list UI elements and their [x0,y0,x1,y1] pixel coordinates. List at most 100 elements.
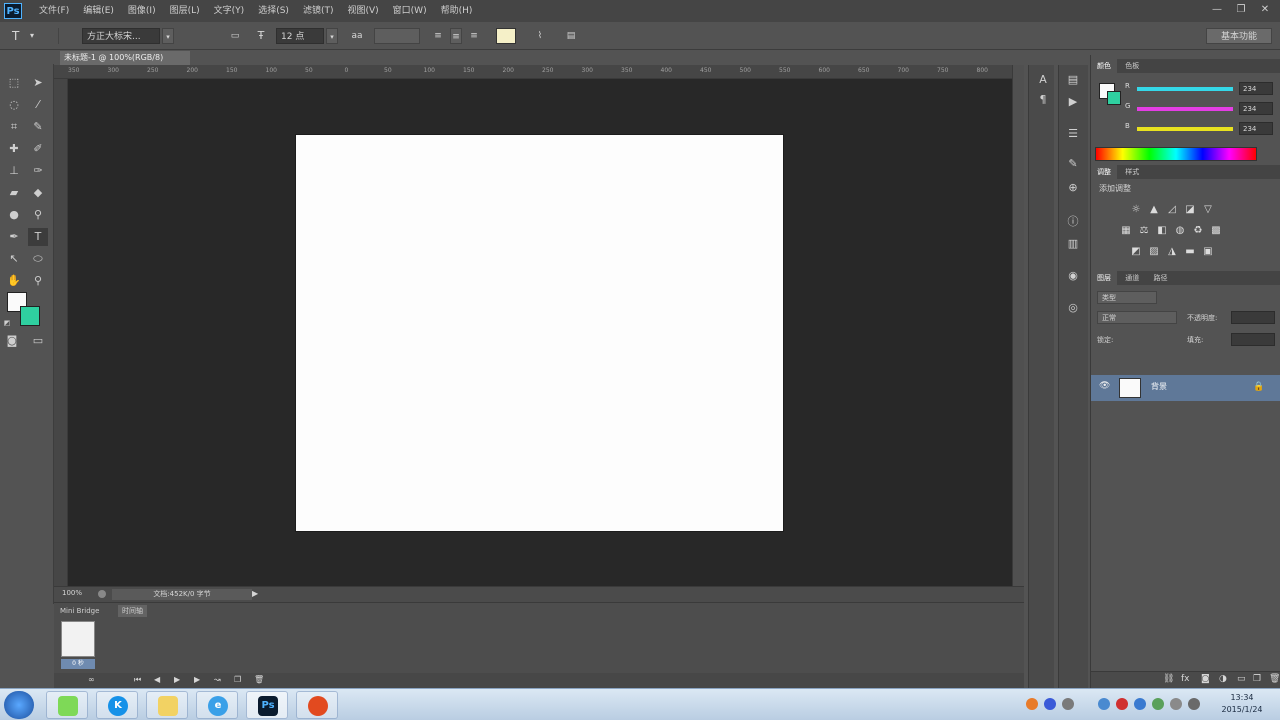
pen-tool-icon[interactable]: ✒ [4,228,24,246]
threshold-icon[interactable]: ◮ [1165,245,1179,259]
tab-swatches[interactable]: 色板 [1119,59,1145,73]
zoom-tool-icon[interactable]: ⚲ [28,272,48,290]
opacity-field[interactable] [1231,311,1275,324]
anti-alias-select[interactable] [374,28,420,44]
tab-color[interactable]: 颜色 [1091,59,1117,73]
font-family-dropdown-icon[interactable]: ▾ [162,28,174,44]
type-tool-icon-selected[interactable]: T [28,228,48,246]
photo-filter-icon[interactable]: ◍ [1173,224,1187,238]
brush-panel-icon[interactable]: ✎ [1063,155,1083,173]
tab-paths[interactable]: 路径 [1147,271,1173,285]
loop-options-icon[interactable]: ∞ [88,675,95,684]
paint-bucket-tool-icon[interactable]: ◆ [28,184,48,202]
system-clock[interactable]: 13:34 2015/1/24 [1212,692,1272,716]
color-bg-swatch[interactable] [1107,91,1121,105]
color-lookup-icon[interactable]: ▩ [1209,224,1223,238]
quick-mask-icon[interactable]: ◙ [2,332,22,350]
quick-select-tool-icon[interactable]: ⁄ [28,96,48,114]
align-center-icon[interactable]: ≡ [450,28,462,44]
green-value[interactable]: 234 [1239,102,1273,115]
network-icon[interactable] [1170,698,1182,710]
menu-layer[interactable]: 图层(L) [163,0,207,22]
duplicate-frame-icon[interactable]: ❐ [234,675,241,684]
healing-brush-tool-icon[interactable]: ✚ [4,140,24,158]
layer-lock-icon[interactable]: 🔒 [1253,382,1264,392]
frame-thumbnail[interactable] [61,621,95,657]
tray-icon-7[interactable] [1152,698,1164,710]
adjustment-layer-icon[interactable]: ◑ [1219,674,1227,684]
clone-source-icon[interactable]: ⊕ [1063,179,1083,197]
taskbar-app-media[interactable] [296,691,338,719]
prev-frame-icon[interactable]: ◀ [154,675,160,684]
visibility-eye-icon[interactable]: 👁 [1099,381,1110,391]
zoom-level[interactable]: 100% [62,589,82,597]
marquee-tool-icon[interactable]: ⬚ [4,74,24,92]
crop-tool-icon[interactable]: ⌗ [4,118,24,136]
dodge-tool-icon[interactable]: ⚲ [28,206,48,224]
new-layer-icon[interactable]: ❐ [1253,674,1261,684]
tray-icon-2[interactable] [1044,698,1056,710]
notes-panel-icon[interactable]: ▥ [1063,235,1083,253]
paragraph-panel-icon[interactable]: ¶ [1033,91,1053,109]
ellipse-tool-icon[interactable]: ⬭ [28,250,48,268]
history-brush-tool-icon[interactable]: ✑ [28,162,48,180]
blue-slider[interactable]: B 234 [1121,122,1280,136]
taskbar-app-photoshop[interactable]: Ps [246,691,288,719]
blend-mode-select[interactable]: 正常 [1097,311,1177,324]
move-tool-icon[interactable]: ➤ [28,74,48,92]
tray-icon-5[interactable] [1116,698,1128,710]
tab-timeline[interactable]: 时间轴 [118,605,147,617]
status-menu-arrow-icon[interactable]: ▶ [252,589,258,598]
character-panel-icon[interactable]: A [1033,71,1053,89]
properties-panel-icon[interactable]: ☰ [1063,125,1083,143]
menu-edit[interactable]: 编辑(E) [76,0,121,22]
black-white-icon[interactable]: ◧ [1155,224,1169,238]
tray-icon-6[interactable] [1134,698,1146,710]
taskbar-app-green[interactable] [46,691,88,719]
menu-file[interactable]: 文件(F) [32,0,76,22]
tab-layers[interactable]: 图层 [1091,271,1117,285]
font-size-field[interactable]: 12 点 [276,28,324,44]
menu-window[interactable]: 窗口(W) [386,0,434,22]
path-select-tool-icon[interactable]: ↖ [4,250,24,268]
layer-kind-filter[interactable]: 类型 [1097,291,1157,304]
curves-icon[interactable]: ◿ [1165,203,1179,217]
delete-layer-icon[interactable]: 🗑 [1269,674,1280,684]
gradient-map-icon[interactable]: ▬ [1183,245,1197,259]
layer-comps-icon[interactable]: ◎ [1063,299,1083,317]
screen-mode-icon[interactable]: ▭ [28,332,48,350]
color-balance-icon[interactable]: ⚖ [1137,224,1151,238]
type-tool-icon[interactable]: T [12,28,19,44]
eyedropper-tool-icon[interactable]: ✎ [28,118,48,136]
color-spectrum[interactable] [1095,147,1257,161]
menu-image[interactable]: 图像(I) [121,0,163,22]
text-color-swatch[interactable] [496,28,516,44]
tab-adjustments[interactable]: 调整 [1091,165,1117,179]
tool-preset-chevron-icon[interactable]: ▾ [30,28,34,44]
align-left-icon[interactable]: ≡ [432,28,444,44]
character-panel-icon[interactable]: ▤ [564,28,578,44]
exposure-icon[interactable]: ◪ [1183,203,1197,217]
start-button[interactable] [4,691,34,719]
red-slider[interactable]: R 234 [1121,82,1280,96]
align-right-icon[interactable]: ≡ [468,28,480,44]
frame-delay-label[interactable]: 0 秒 [61,659,95,669]
blue-value[interactable]: 234 [1239,122,1273,135]
tween-icon[interactable]: ↝ [214,675,221,684]
selective-color-icon[interactable]: ▣ [1201,245,1215,259]
hue-saturation-icon[interactable]: ▦ [1119,224,1133,238]
red-value[interactable]: 234 [1239,82,1273,95]
first-frame-icon[interactable]: ⏮ [134,675,141,685]
clone-stamp-tool-icon[interactable]: ⊥ [4,162,24,180]
levels-icon[interactable]: ▲ [1147,203,1161,217]
menu-help[interactable]: 帮助(H) [434,0,480,22]
close-button[interactable]: ✕ [1256,3,1274,17]
taskbar-app-explorer[interactable] [146,691,188,719]
hand-tool-icon[interactable]: ✋ [4,272,24,290]
font-style-icon[interactable]: ▭ [228,28,242,44]
default-colors-icon[interactable]: ◩ [2,314,12,332]
taskbar-app-kugou[interactable]: K [96,691,138,719]
font-family-select[interactable]: 方正大标宋... [82,28,160,44]
tab-channels[interactable]: 通道 [1119,271,1145,285]
tool-presets-icon[interactable]: ◉ [1063,267,1083,285]
